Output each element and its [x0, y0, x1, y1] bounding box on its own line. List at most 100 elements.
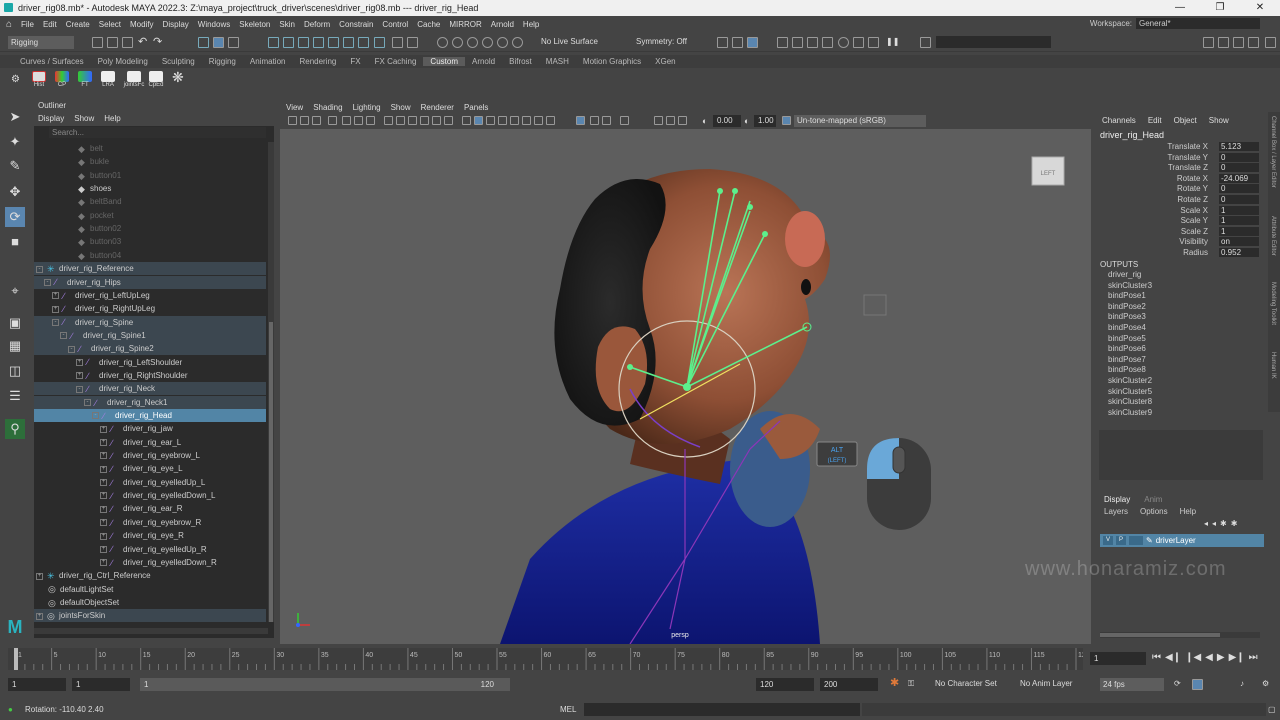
expand-toggle-icon[interactable]: + — [100, 465, 107, 473]
camera-attr-icon[interactable] — [300, 116, 309, 125]
minimize-icon[interactable]: — — [1160, 0, 1200, 16]
outliner-row[interactable]: ◆ button04 — [34, 249, 266, 262]
gamma-field[interactable]: 1.00 — [754, 115, 776, 127]
outliner-row[interactable]: ◆ belt — [34, 142, 266, 155]
output-node[interactable]: skinCluster9 — [1108, 408, 1152, 418]
backface-icon[interactable] — [602, 116, 611, 125]
move-layer-down-icon[interactable]: ◂ — [1212, 518, 1216, 530]
vp-menu-view[interactable]: View — [286, 103, 303, 112]
layer-tab-display[interactable]: Display — [1104, 495, 1130, 504]
search-icon[interactable]: ⚲ — [5, 419, 25, 439]
attribute-editor-icon[interactable] — [1218, 37, 1229, 48]
channel-attr-row[interactable]: Scale Y 1 — [1096, 216, 1264, 226]
shelf-tab-rigging[interactable]: Rigging — [202, 57, 243, 66]
cb-menu-object[interactable]: Object — [1174, 116, 1197, 125]
snap-vertex-icon[interactable] — [358, 37, 369, 48]
output-node[interactable]: skinCluster2 — [1108, 376, 1152, 386]
shelf-tab-fx[interactable]: FX — [343, 57, 367, 66]
snap-mesh-icon[interactable] — [374, 37, 385, 48]
output-node[interactable]: bindPose1 — [1108, 291, 1146, 301]
isolate-icon[interactable] — [620, 116, 629, 125]
channel-attr-row[interactable]: Radius 0.952 — [1096, 248, 1264, 258]
outliner-row[interactable]: ◆ button02 — [34, 222, 266, 235]
render-setup-icon[interactable] — [822, 37, 833, 48]
menu-mirror[interactable]: MIRROR — [449, 20, 481, 29]
channel-attr-row[interactable]: Translate X 5.123 — [1096, 142, 1264, 152]
vp-menu-show[interactable]: Show — [391, 103, 411, 112]
lights-icon[interactable] — [510, 116, 519, 125]
shelf-tab-arnold[interactable]: Arnold — [465, 57, 502, 66]
output-node[interactable]: bindPose7 — [1108, 355, 1146, 365]
outliner-row[interactable]: ◆ pocket — [34, 209, 266, 222]
expand-toggle-icon[interactable]: + — [100, 492, 107, 500]
pause-icon[interactable]: ❚❚ — [886, 36, 899, 48]
menuset-dropdown[interactable]: Rigging — [8, 36, 74, 49]
arnold-ipr-icon[interactable] — [853, 37, 864, 48]
outliner-row[interactable]: + ∕ driver_rig_eyelledDown_L — [34, 489, 266, 502]
cb-menu-channels[interactable]: Channels — [1102, 116, 1136, 125]
shelf-tab-motion-graphics[interactable]: Motion Graphics — [576, 57, 648, 66]
channel-attr-value[interactable]: 1 — [1219, 226, 1259, 236]
resolution-gate-icon[interactable] — [396, 116, 405, 125]
expand-toggle-icon[interactable]: + — [52, 292, 59, 300]
grease-pencil-icon[interactable] — [354, 116, 363, 125]
shelf-tab-curves[interactable]: Curves / Surfaces — [0, 57, 91, 66]
magnet-icon[interactable] — [467, 37, 478, 48]
outliner-row[interactable]: + ∕ driver_rig_eyelledUp_R — [34, 543, 266, 556]
status-help-icon[interactable]: ● — [8, 704, 13, 716]
character-set-dropdown[interactable]: No Character Set — [935, 678, 997, 690]
sidetab-attribute-editor[interactable]: Attribute Editor — [1270, 216, 1276, 256]
shelf-hist-button[interactable]: Hist — [30, 71, 48, 91]
channel-attr-row[interactable]: Scale X 1 — [1096, 205, 1264, 216]
shadows-icon[interactable] — [522, 116, 531, 125]
expand-toggle-icon[interactable]: + — [100, 452, 107, 460]
sync-icon[interactable] — [666, 116, 675, 125]
outliner-row[interactable]: + ∕ driver_rig_LeftShoulder — [34, 356, 266, 369]
menu-windows[interactable]: Windows — [198, 20, 230, 29]
shelf-cp-button[interactable]: CP — [53, 71, 71, 91]
channel-attr-row[interactable]: Scale Z 1 — [1096, 226, 1264, 237]
sidetab-human-ik[interactable]: Human IK — [1270, 352, 1276, 379]
channel-attr-row[interactable]: Rotate Y 0 — [1096, 184, 1264, 194]
output-node[interactable]: bindPose5 — [1108, 334, 1146, 344]
channel-box-icon[interactable] — [1248, 37, 1259, 48]
channel-attr-row[interactable]: Translate Y 0 — [1096, 152, 1264, 163]
redo-icon[interactable]: ↷ — [153, 36, 162, 48]
step-forward-icon[interactable]: ▶❙ — [1229, 652, 1245, 663]
expand-toggle-icon[interactable]: + — [76, 358, 83, 366]
restore-icon[interactable]: ❐ — [1200, 0, 1240, 16]
shelf-lra-button[interactable]: LRA — [99, 71, 117, 91]
expand-toggle-icon[interactable]: + — [100, 479, 107, 487]
xray-joints-icon[interactable] — [576, 116, 585, 125]
menu-cache[interactable]: Cache — [417, 20, 440, 29]
expand-toggle-icon[interactable]: + — [76, 372, 83, 380]
select-object-icon[interactable] — [213, 37, 224, 48]
channel-attr-row[interactable]: Visibility on — [1096, 237, 1264, 247]
time-slider-track[interactable]: 1 5 10 15 20 25 30 35 40 45 50 55 60 65 70 75 80 85 90 95 10… — [8, 648, 1090, 670]
outliner-row[interactable]: + ∕ driver_rig_eyelledDown_R — [34, 556, 266, 569]
shelf-tab-xgen[interactable]: XGen — [648, 57, 682, 66]
outliner-search-input[interactable]: Search... — [49, 127, 266, 138]
expand-toggle-icon[interactable]: - — [84, 399, 91, 407]
outliner-row[interactable]: - ∕ driver_rig_Spine — [34, 315, 266, 329]
sidetab-channel-box[interactable]: Channel Box / Layer Editor — [1270, 116, 1276, 188]
snap-grid-icon[interactable] — [268, 37, 279, 48]
outliner-row[interactable]: + ∕ driver_rig_jaw — [34, 422, 266, 435]
expand-toggle-icon[interactable]: - — [76, 385, 83, 393]
output-node[interactable]: bindPose3 — [1108, 312, 1146, 322]
four-view-icon[interactable]: ▦ — [5, 336, 25, 356]
outliner-row[interactable]: + ∕ driver_rig_RightShoulder — [34, 369, 266, 382]
paint-select-icon[interactable]: ✎ — [5, 156, 25, 176]
layer-tab-anim[interactable]: Anim — [1144, 495, 1162, 504]
hud-icon[interactable] — [654, 116, 663, 125]
lasso-tool-icon[interactable]: ✦ — [5, 132, 25, 152]
cb-menu-edit[interactable]: Edit — [1148, 116, 1162, 125]
light-editor-icon[interactable] — [807, 37, 818, 48]
character-set-icon[interactable]: ⚿ — [908, 678, 914, 690]
new-layer-selected-icon[interactable]: ✱ — [1231, 518, 1238, 530]
camera-select-icon[interactable] — [288, 116, 297, 125]
shelf-settings-icon[interactable]: ⚙ — [11, 74, 20, 86]
arnold-render-icon[interactable] — [838, 37, 849, 48]
expand-toggle-icon[interactable]: - — [36, 265, 43, 273]
outliner-row[interactable]: + ∕ driver_rig_LeftUpLeg — [34, 289, 266, 302]
